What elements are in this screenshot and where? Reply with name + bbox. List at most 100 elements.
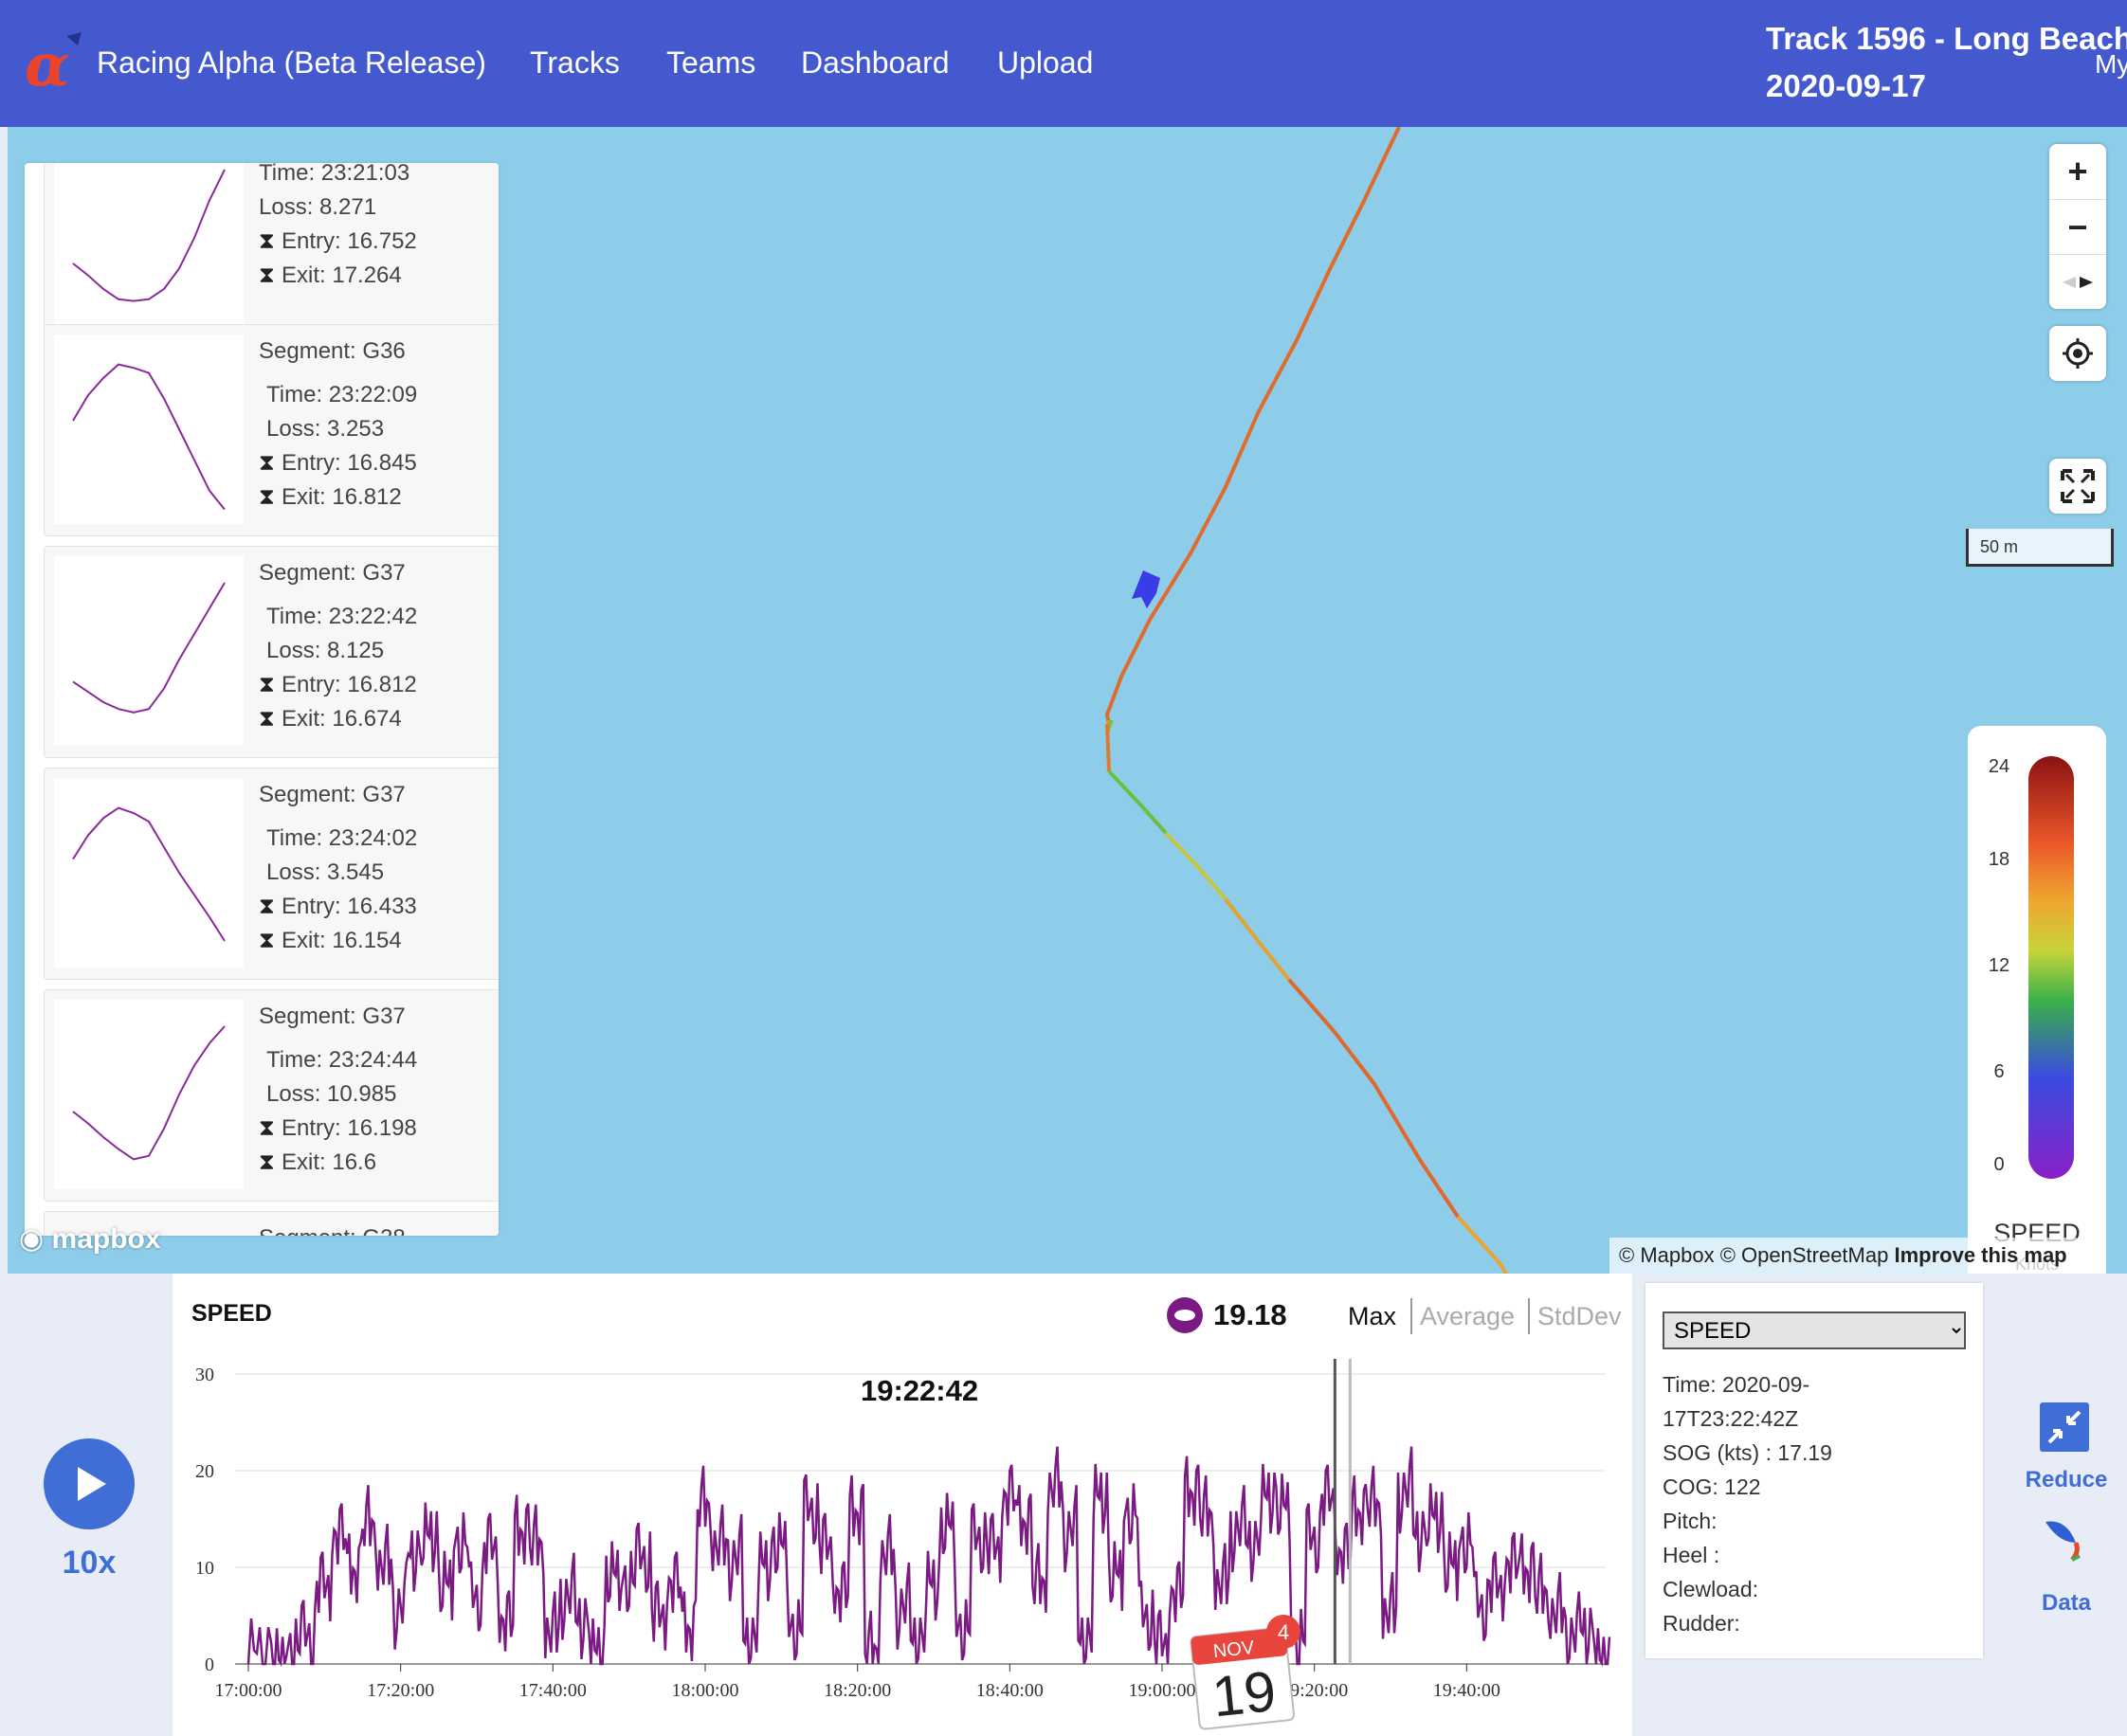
svg-text:α: α (25, 32, 70, 91)
compass-button[interactable] (2049, 254, 2106, 310)
hourglass-icon: ⧗ (259, 672, 275, 697)
geolocate-button[interactable] (2049, 326, 2106, 381)
segment-chart (54, 1000, 244, 1189)
hourglass-icon: ⧗ (259, 228, 275, 254)
segment-exit: Exit: 16.674 (282, 706, 402, 732)
segment-loss: Loss: 8.271 (259, 194, 377, 220)
hourglass-icon: ⧗ (259, 706, 275, 732)
stat-stddev-option[interactable]: StdDev (1537, 1302, 1622, 1331)
segment-loss: Loss: 10.985 (266, 1081, 397, 1107)
x-tick-label: 17:00:00 (214, 1680, 282, 1701)
segment-entry: Entry: 16.812 (282, 672, 417, 697)
nav-tracks-link[interactable]: Tracks (530, 45, 620, 81)
segment-curve (72, 582, 226, 714)
segment-card[interactable]: Segment: G37 Time: 23:24:44 Loss: 10.985… (44, 989, 499, 1202)
x-tick-label: 17:20:00 (367, 1680, 434, 1701)
cursor-time: 19:22:42 (861, 1374, 979, 1407)
chart-title: SPEED (191, 1300, 272, 1327)
x-tick-label: 19:00:00 (1128, 1680, 1195, 1701)
fullscreen-button[interactable] (2049, 459, 2106, 514)
y-tick-label: 20 (195, 1461, 214, 1482)
segment-label: Segment: G38 (259, 1225, 406, 1236)
segment-exit: Exit: 16.6 (282, 1149, 377, 1175)
speed-series-line (246, 1446, 1611, 1667)
x-tick-label: 17:40:00 (519, 1680, 587, 1701)
segment-entry: Entry: 16.433 (282, 894, 417, 919)
segments-panel[interactable]: Time: 23:21:03 Loss: 8.271 Entry: 16.752… (25, 163, 499, 1236)
nav-my-link[interactable]: My (2095, 49, 2127, 80)
hourglass-icon: ⧗ (259, 484, 275, 510)
segment-time: Time: 23:22:42 (266, 604, 418, 629)
stat-value: 19.18 (1213, 1298, 1287, 1331)
y-tick-label: 0 (205, 1655, 214, 1675)
nav-upload-link[interactable]: Upload (997, 45, 1093, 81)
info-sog: SOG (kts) : 17.19 (1663, 1440, 1832, 1465)
info-time-cont: 17T23:22:42Z (1663, 1406, 1799, 1431)
x-tick-label: 18:40:00 (976, 1680, 1044, 1701)
boat-marker-icon (1132, 570, 1160, 608)
mapbox-logo-text: mapbox (51, 1223, 161, 1255)
segment-entry: Entry: 16.198 (282, 1115, 417, 1141)
play-icon (78, 1467, 106, 1501)
scale-bar: 50 m (1966, 529, 2114, 567)
segment-chart (54, 335, 244, 524)
segment-entry: Entry: 16.845 (282, 450, 417, 476)
segment-time: Time: 23:22:09 (266, 382, 418, 407)
segment-exit: Exit: 16.154 (282, 928, 402, 953)
metric-select[interactable]: SPEED (1663, 1311, 1966, 1349)
y-tick-label: 10 (195, 1558, 214, 1579)
segment-loss: Loss: 8.125 (266, 638, 385, 663)
compass-icon (2063, 277, 2093, 288)
app-name-link[interactable]: Racing Alpha (Beta Release) (97, 45, 486, 81)
segment-curve (72, 806, 226, 942)
hourglass-icon: ⧗ (259, 262, 275, 288)
collapse-arrows-icon (2047, 1410, 2082, 1444)
hourglass-icon: ⧗ (259, 450, 275, 476)
divider (1528, 1298, 1530, 1334)
segment-card[interactable]: Segment: G37 Time: 23:24:02 Loss: 3.545 … (44, 768, 499, 980)
data-button[interactable]: Data (2009, 1590, 2123, 1617)
x-tick-label: 18:00:00 (671, 1680, 738, 1701)
hourglass-icon: ⧗ (259, 894, 275, 919)
segment-loss: Loss: 3.253 (266, 416, 385, 442)
reduce-icon[interactable] (2040, 1402, 2089, 1452)
track-date: 2020-09-17 (1766, 68, 1926, 103)
info-time: Time: 2020-09- (1663, 1372, 1810, 1397)
zoom-out-button[interactable]: − (2049, 199, 2106, 255)
nav-dashboard-link[interactable]: Dashboard (801, 45, 950, 81)
segment-entry: Entry: 16.752 (282, 228, 417, 254)
info-heel: Heel : (1663, 1543, 1720, 1567)
segment-exit: Exit: 17.264 (282, 262, 402, 288)
segment-curve (72, 363, 226, 511)
legend-tick: 24 (1988, 756, 2010, 777)
legend-tick: 6 (1993, 1061, 2005, 1082)
nav-teams-link[interactable]: Teams (666, 45, 755, 81)
track-title: Track 1596 - Long Beach (1766, 21, 2127, 56)
segment-chart (54, 556, 244, 746)
info-rudder: Rudder: (1663, 1611, 1740, 1636)
stat-average-option[interactable]: Average (1420, 1302, 1515, 1331)
segment-chart (54, 163, 244, 350)
data-chart-icon[interactable] (2038, 1514, 2091, 1567)
playback-speed[interactable]: 10x (38, 1545, 140, 1582)
info-cog: COG: 122 (1663, 1474, 1761, 1499)
improve-map-link[interactable]: Improve this map (1894, 1243, 2066, 1267)
mapbox-logo[interactable]: ◉ mapbox (19, 1222, 161, 1256)
map-attribution: © Mapbox © OpenStreetMap Improve this ma… (1609, 1238, 2077, 1274)
segment-card[interactable]: Segment: G36 Time: 23:22:09 Loss: 3.253 … (44, 324, 499, 536)
segment-card[interactable]: Segment: G37 Time: 23:22:42 Loss: 8.125 … (44, 546, 499, 758)
segment-exit: Exit: 16.812 (282, 484, 402, 510)
segment-curve (72, 169, 226, 302)
segment-curve (72, 1025, 226, 1161)
stat-max-option[interactable]: Max (1348, 1302, 1396, 1331)
legend-color-bar (2028, 756, 2074, 1179)
attribution-text[interactable]: © Mapbox © OpenStreetMap (1619, 1243, 1888, 1267)
zoom-in-button[interactable]: + (2049, 144, 2106, 199)
racing-alpha-logo-icon[interactable]: α (25, 32, 87, 91)
legend-tick: 0 (1993, 1154, 2005, 1175)
hourglass-icon: ⧗ (259, 928, 275, 953)
x-tick-label: 19:40:00 (1433, 1680, 1500, 1701)
play-button[interactable] (44, 1438, 135, 1529)
reduce-button[interactable]: Reduce (2009, 1467, 2123, 1493)
info-clewload: Clewload: (1663, 1577, 1758, 1601)
